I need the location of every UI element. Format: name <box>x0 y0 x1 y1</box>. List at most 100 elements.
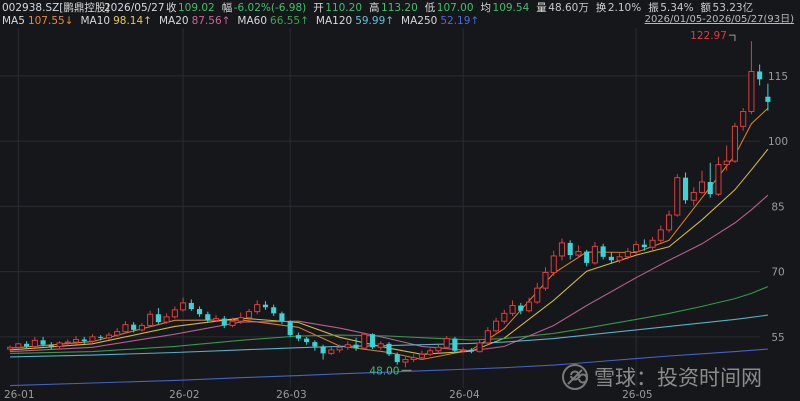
candle <box>731 122 738 163</box>
y-tick-label: 55 <box>771 332 784 344</box>
candle-body-up <box>328 349 335 354</box>
x-tick-label: 26-03 <box>276 389 307 401</box>
y-tick-label: 100 <box>768 136 788 148</box>
candle-body-up <box>361 333 368 349</box>
candle-body-up <box>418 353 425 359</box>
candle-body-down <box>608 256 614 261</box>
ma-legend-value: 98.14↑ <box>113 15 152 27</box>
candle <box>304 336 310 345</box>
candle <box>163 313 170 324</box>
candle-body-up <box>493 320 500 332</box>
candle <box>271 304 277 316</box>
candle-body-up <box>15 343 22 348</box>
stat-value: -6.02%(-6.98) <box>234 2 307 14</box>
candle-body-up <box>575 251 582 256</box>
candle <box>7 345 14 352</box>
candle <box>171 306 178 319</box>
annotation-low: 48.00 <box>369 365 399 377</box>
candle <box>48 342 54 350</box>
candle-body-down <box>765 96 771 102</box>
candle-body-down <box>641 244 647 248</box>
stat-value: 109.02 <box>178 2 215 14</box>
candle-body-down <box>279 313 285 322</box>
ma-line-ma5 <box>10 107 769 361</box>
candle-body-down <box>452 338 458 351</box>
candle-body-down <box>295 335 301 339</box>
stat-value: 107.00 <box>437 2 474 14</box>
stat-label: 开 <box>313 2 324 14</box>
candle <box>542 267 549 291</box>
ma-legend-label: MA5 <box>2 15 25 27</box>
candle-body-up <box>665 214 673 231</box>
candle-body-down <box>40 340 46 345</box>
candle-body-up <box>731 125 738 162</box>
candle-body-up <box>114 331 121 336</box>
ma-line-ma10 <box>10 148 769 355</box>
stat-label: 量 <box>536 2 547 14</box>
stat-label: 换 <box>596 1 607 14</box>
candle-body-up <box>64 341 71 344</box>
candle <box>740 108 747 131</box>
candle <box>690 187 697 206</box>
candle-body-up <box>7 346 14 350</box>
candle <box>64 339 71 346</box>
candle <box>394 352 400 365</box>
candle <box>484 327 491 345</box>
candle <box>600 243 606 260</box>
candle <box>386 342 392 356</box>
candle-body-up <box>344 344 351 348</box>
candle <box>591 242 598 265</box>
watermark-text: 雪球：投资时间网 <box>594 366 762 390</box>
y-tick-label: 115 <box>768 71 788 83</box>
candle-body-down <box>567 242 573 256</box>
candle-body-up <box>443 338 450 348</box>
date-range[interactable]: 2026/01/05-2026/05/27(93日) <box>645 14 795 25</box>
candle-body-down <box>304 338 310 343</box>
candle-body-up <box>336 346 343 351</box>
candle-body-up <box>105 334 113 339</box>
candle <box>765 83 771 111</box>
stat-label: 振 <box>648 1 659 14</box>
quote-date: 2026/05/27 <box>104 2 165 14</box>
candle-body-up <box>509 305 516 314</box>
candle-body-down <box>320 346 326 354</box>
candle-body-up <box>591 245 598 264</box>
candle-body-up <box>484 330 491 344</box>
annotation-high: 122.97 <box>690 30 727 42</box>
candle-body-up <box>229 320 236 327</box>
candle-body-down <box>757 71 763 80</box>
candle <box>320 344 326 360</box>
candle-body-up <box>525 301 533 312</box>
stat-value: 48.60万 <box>548 2 589 14</box>
candle <box>674 174 681 217</box>
annotation-leader <box>728 34 736 42</box>
stock-chart[interactable]: 002938.SZ[鹏鼎控股] 2026/05/27 收 109.02 幅 -6.02… <box>0 0 800 401</box>
candle-body-down <box>24 343 30 347</box>
quote-stats: 收 109.02 幅 -6.02%(-6.98) 开 110.20 高 113.20 低 107.… <box>166 1 753 14</box>
candle-body-up <box>56 342 63 347</box>
candle-body-down <box>205 314 211 321</box>
candle-body-up <box>460 349 467 352</box>
candle <box>295 332 301 342</box>
ma-legend-value: 87.56↑ <box>192 15 231 27</box>
candle <box>682 172 689 204</box>
stat-label: 均 <box>481 2 492 14</box>
stat-value: 53.23亿 <box>713 1 754 14</box>
candle <box>584 249 590 267</box>
candle-body-up <box>138 325 145 331</box>
x-tick-label: 26-05 <box>622 389 653 401</box>
candle <box>221 315 227 329</box>
candle <box>723 145 730 171</box>
candle <box>361 332 368 350</box>
candle <box>435 344 442 354</box>
candle-body-up <box>435 346 442 352</box>
candle <box>56 341 63 349</box>
candle <box>402 356 409 368</box>
candle-body-up <box>690 191 697 201</box>
ma-legend-label: MA10 <box>80 15 110 27</box>
candle-body-up <box>171 309 178 318</box>
candle-body-up <box>698 181 706 193</box>
candle <box>418 350 425 360</box>
y-axis: 55 70 85 100 115 <box>768 71 788 344</box>
stat-value: 113.20 <box>381 2 418 14</box>
